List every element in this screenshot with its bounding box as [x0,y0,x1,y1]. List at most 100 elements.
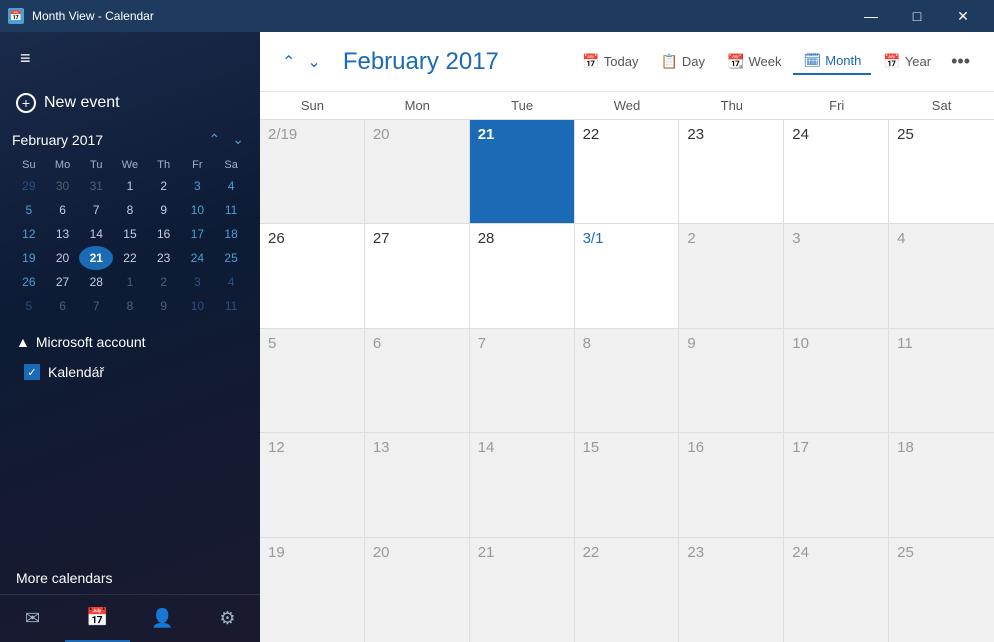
new-event-button[interactable]: + New event [16,89,244,117]
mini-cal-day[interactable]: 4 [214,270,248,294]
cal-cell[interactable]: 22 [575,538,680,642]
cal-cell[interactable]: 18 [889,433,994,536]
mini-cal-day[interactable]: 17 [181,222,215,246]
mini-cal-day[interactable]: 5 [12,294,46,318]
mini-cal-day[interactable]: 7 [79,294,113,318]
cal-cell[interactable]: 8 [575,329,680,432]
cal-cell[interactable]: 24 [784,538,889,642]
cal-cell[interactable]: 25 [889,538,994,642]
cal-cell[interactable]: 25 [889,120,994,223]
cal-cell[interactable]: 26 [260,224,365,327]
cal-cell[interactable]: 5 [260,329,365,432]
next-button[interactable]: ⌄ [301,48,326,76]
cal-cell[interactable]: 15 [575,433,680,536]
cal-cell[interactable]: 24 [784,120,889,223]
calendar-nav-button[interactable]: 📅 [65,595,130,642]
cal-cell[interactable]: 27 [365,224,470,327]
mini-cal-day[interactable]: 8 [113,198,147,222]
mini-cal-day[interactable]: 2 [147,270,181,294]
cal-cell[interactable]: 12 [260,433,365,536]
mini-cal-day[interactable]: 3 [181,270,215,294]
mini-cal-day[interactable]: 9 [147,198,181,222]
cal-cell[interactable]: 19 [260,538,365,642]
mini-cal-day[interactable]: 24 [181,246,215,270]
mini-cal-day[interactable]: 2 [147,174,181,198]
mini-cal-prev-button[interactable]: ⌃ [205,129,225,150]
week-view-button[interactable]: 📆 Week [717,49,791,74]
cal-cell[interactable]: 9 [679,329,784,432]
maximize-button[interactable]: □ [894,0,940,32]
mini-cal-day[interactable]: 13 [46,222,80,246]
cal-cell[interactable]: 2 [679,224,784,327]
cal-cell[interactable]: 21 [470,538,575,642]
cal-cell[interactable]: 17 [784,433,889,536]
cal-cell[interactable]: 23 [679,538,784,642]
hamburger-button[interactable]: ≡ [12,40,39,77]
cal-cell[interactable]: 21 [470,120,575,223]
prev-button[interactable]: ⌃ [276,48,301,76]
cal-cell[interactable]: 22 [575,120,680,223]
mail-nav-button[interactable]: ✉ [0,595,65,642]
mini-cal-day[interactable]: 7 [79,198,113,222]
mini-cal-day[interactable]: 10 [181,198,215,222]
cal-cell[interactable]: 6 [365,329,470,432]
mini-cal-day[interactable]: 21 [79,246,113,270]
people-nav-button[interactable]: 👤 [130,595,195,642]
accounts-header[interactable]: ▲ Microsoft account [16,334,244,350]
mini-cal-day[interactable]: 28 [79,270,113,294]
cal-cell[interactable]: 4 [889,224,994,327]
day-view-button[interactable]: 📋 Day [650,49,715,74]
mini-cal-next-button[interactable]: ⌄ [228,129,248,150]
mini-cal-day[interactable]: 5 [12,198,46,222]
cal-cell[interactable]: 10 [784,329,889,432]
mini-cal-day[interactable]: 1 [113,174,147,198]
mini-cal-day[interactable]: 10 [181,294,215,318]
day-header-su: Su [12,156,46,174]
mini-cal-day[interactable]: 19 [12,246,46,270]
cal-cell[interactable]: 7 [470,329,575,432]
calendar-checkbox[interactable]: ✓ [24,364,40,380]
mini-cal-day[interactable]: 16 [147,222,181,246]
cal-cell[interactable]: 3 [784,224,889,327]
mini-cal-day[interactable]: 26 [12,270,46,294]
mini-cal-day[interactable]: 20 [46,246,80,270]
year-view-button[interactable]: 📅 Year [873,49,941,74]
mini-cal-day[interactable]: 18 [214,222,248,246]
cal-cell[interactable]: 28 [470,224,575,327]
mini-cal-day[interactable]: 6 [46,198,80,222]
mini-cal-day[interactable]: 8 [113,294,147,318]
mini-cal-day[interactable]: 12 [12,222,46,246]
mini-cal-day[interactable]: 9 [147,294,181,318]
cal-cell[interactable]: 20 [365,538,470,642]
more-options-button[interactable]: ••• [943,47,978,76]
close-button[interactable]: ✕ [940,0,986,32]
mini-cal-day[interactable]: 29 [12,174,46,198]
cal-cell[interactable]: 3/1 [575,224,680,327]
cal-cell[interactable]: 14 [470,433,575,536]
mini-cal-day[interactable]: 6 [46,294,80,318]
month-view-button[interactable]: 🗓 Month [793,48,871,75]
mini-cal-day[interactable]: 11 [214,294,248,318]
mini-cal-day[interactable]: 22 [113,246,147,270]
mini-cal-day[interactable]: 23 [147,246,181,270]
mini-cal-day[interactable]: 15 [113,222,147,246]
cal-cell[interactable]: 16 [679,433,784,536]
cal-cell[interactable]: 13 [365,433,470,536]
cal-cell[interactable]: 11 [889,329,994,432]
mini-cal-day[interactable]: 31 [79,174,113,198]
cal-cell[interactable]: 20 [365,120,470,223]
mini-cal-day[interactable]: 1 [113,270,147,294]
mini-cal-day[interactable]: 4 [214,174,248,198]
mini-cal-day[interactable]: 14 [79,222,113,246]
today-button[interactable]: 📅 Today [572,49,648,74]
mini-cal-day[interactable]: 27 [46,270,80,294]
cal-cell[interactable]: 23 [679,120,784,223]
mini-cal-day[interactable]: 25 [214,246,248,270]
more-calendars[interactable]: More calendars [0,562,260,594]
minimize-button[interactable]: — [848,0,894,32]
settings-nav-button[interactable]: ⚙ [195,595,260,642]
mini-cal-day[interactable]: 11 [214,198,248,222]
mini-cal-day[interactable]: 3 [181,174,215,198]
mini-cal-day[interactable]: 30 [46,174,80,198]
cal-cell[interactable]: 2/19 [260,120,365,223]
